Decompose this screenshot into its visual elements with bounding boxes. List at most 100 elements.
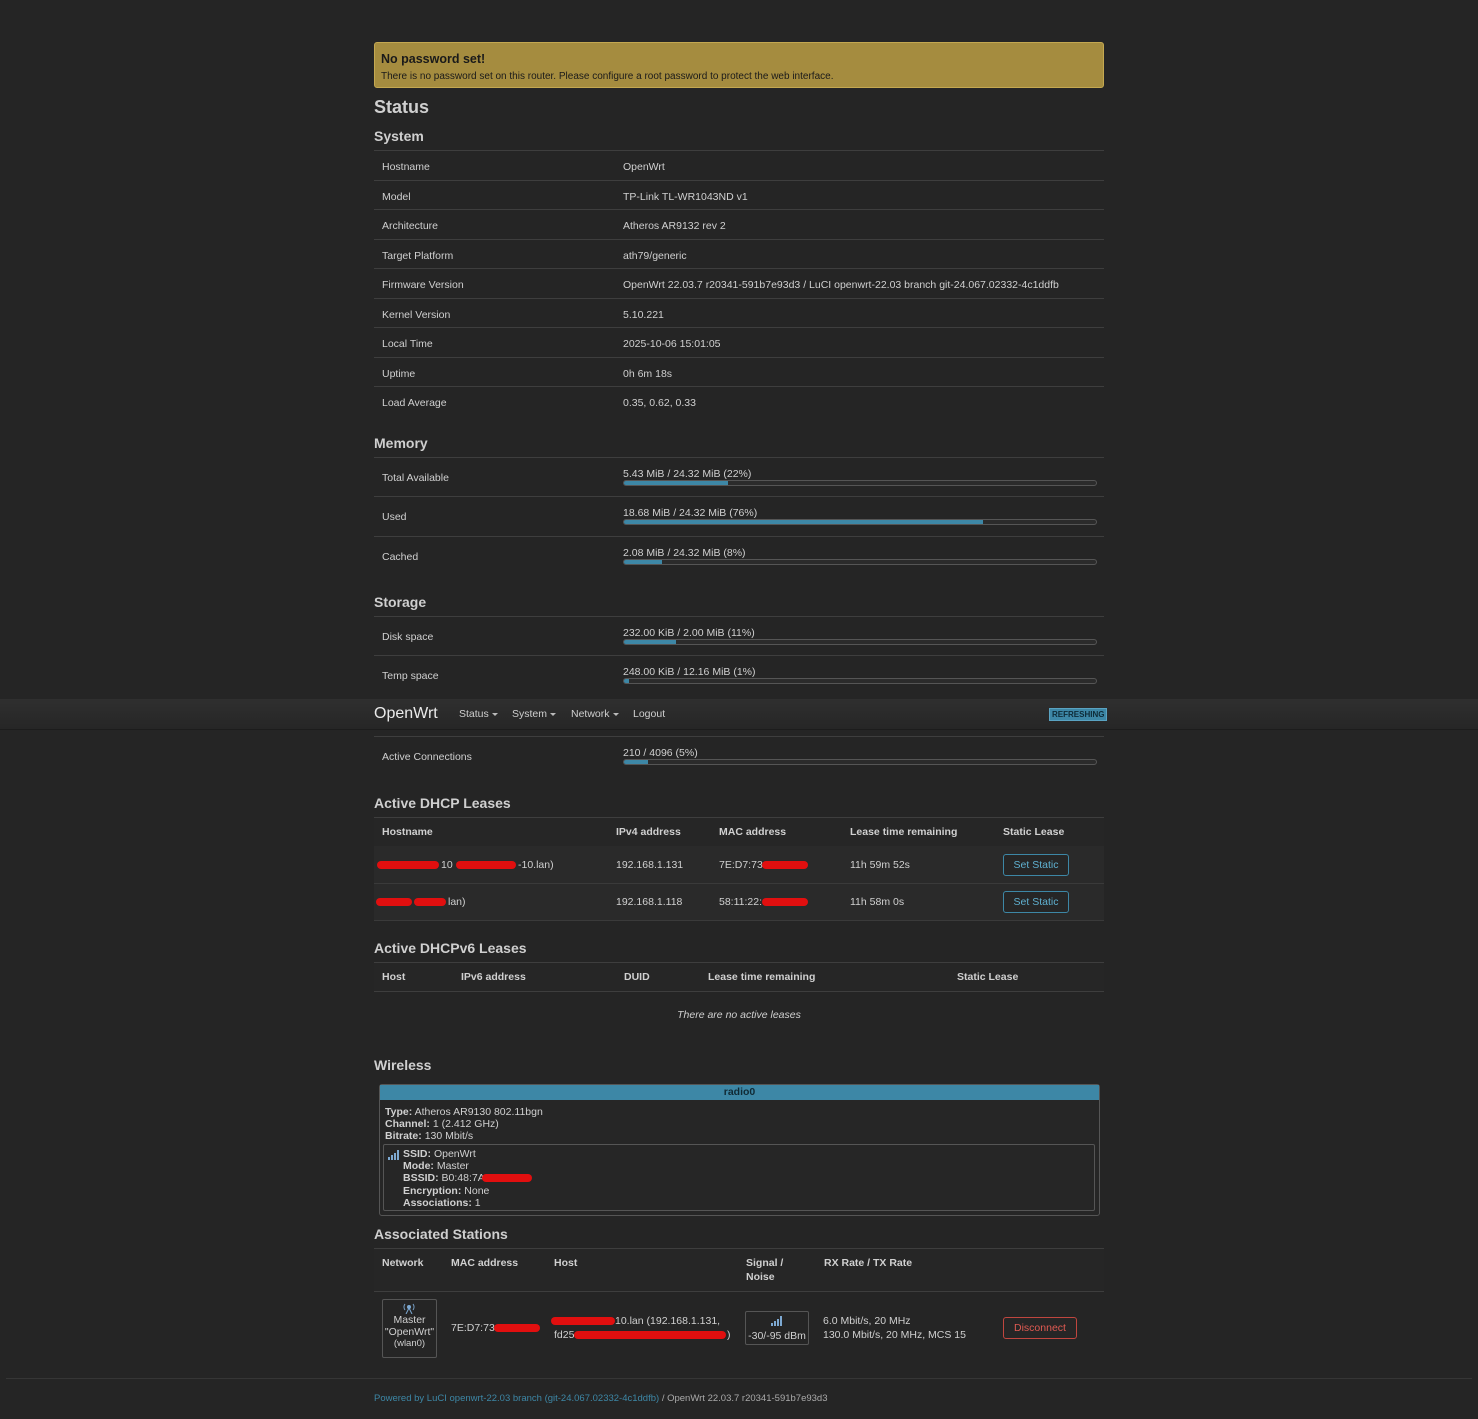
redaction-mark bbox=[482, 1174, 532, 1182]
connections-label: Active Connections bbox=[382, 751, 472, 763]
dhcp-lease: 11h 58m 0s bbox=[850, 896, 905, 908]
nav-status[interactable]: Status bbox=[459, 708, 498, 720]
system-row: Firmware Version OpenWrt 22.03.7 r20341-5… bbox=[374, 268, 1104, 298]
storage-progress-fill bbox=[624, 640, 676, 644]
access-point-icon bbox=[383, 1303, 436, 1314]
bssid: B0:48:7A bbox=[441, 1172, 485, 1184]
no-password-alert: No password set! There is no password se… bbox=[374, 42, 1104, 88]
system-row: Architecture Atheros AR9132 rev 2 bbox=[374, 209, 1104, 239]
dhcp-hostname-part: 10 bbox=[441, 859, 453, 871]
radio-bitrate: 130 Mbit/s bbox=[424, 1130, 474, 1142]
disconnect-button[interactable]: Disconnect bbox=[1003, 1317, 1077, 1339]
system-row: Uptime 0h 6m 18s bbox=[374, 356, 1104, 387]
dhcp-hostname-part: lan) bbox=[448, 896, 466, 908]
alert-title: No password set! bbox=[381, 52, 486, 66]
footer-divider bbox=[6, 1378, 1472, 1379]
memory-label: Total Available bbox=[382, 472, 449, 484]
dhcp-mac: 58:11:22: bbox=[719, 896, 763, 908]
encryption: None bbox=[464, 1185, 490, 1197]
dhcp6-table-header: Host IPv6 address DUID Lease time remain… bbox=[374, 962, 1104, 992]
system-label: Hostname bbox=[382, 161, 430, 173]
luci-link[interactable]: Powered by LuCI openwrt-22.03 branch (gi… bbox=[374, 1393, 659, 1404]
station-signal: -30/-95 dBm bbox=[748, 1330, 806, 1342]
system-label: Firmware Version bbox=[382, 279, 464, 291]
storage-value: 232.00 KiB / 2.00 MiB (11%) bbox=[623, 627, 755, 639]
storage-row: Disk space 232.00 KiB / 2.00 MiB (11%) bbox=[374, 616, 1104, 656]
encryption-label: Encryption: bbox=[403, 1185, 462, 1197]
system-label: Uptime bbox=[382, 367, 416, 380]
system-row: Local Time 2025-10-06 15:01:05 bbox=[374, 327, 1104, 357]
memory-row: Used 18.68 MiB / 24.32 MiB (76%) bbox=[374, 496, 1104, 536]
redaction-mark bbox=[494, 1324, 540, 1332]
station-host-line2-end: ) bbox=[727, 1329, 731, 1341]
chevron-down-icon bbox=[491, 712, 498, 716]
storage-label: Temp space bbox=[382, 670, 439, 682]
memory-section-title: Memory bbox=[374, 435, 428, 451]
memory-progress bbox=[623, 558, 1097, 565]
signal-strength-icon bbox=[771, 1316, 783, 1326]
wireless-section-title: Wireless bbox=[374, 1057, 432, 1073]
redaction-mark bbox=[551, 1317, 615, 1325]
storage-progress bbox=[623, 678, 1097, 684]
memory-progress-fill bbox=[624, 481, 728, 485]
system-row: Hostname OpenWrt bbox=[374, 150, 1104, 180]
dhcp6-col-ipv6: IPv6 address bbox=[461, 971, 526, 983]
dhcp-mac: 7E:D7:73 bbox=[719, 859, 763, 871]
system-value: 0.35, 0.62, 0.33 bbox=[623, 397, 696, 409]
master-network-badge: Master "OpenWrt" (wlan0) bbox=[382, 1299, 437, 1358]
system-row: Model TP-Link TL-WR1043ND v1 bbox=[374, 179, 1104, 210]
stations-col-mac: MAC address bbox=[451, 1257, 519, 1269]
system-row: Kernel Version 5.10.221 bbox=[374, 297, 1104, 328]
stations-table-header: Network MAC address Host Signal / Noise … bbox=[374, 1248, 1104, 1292]
dhcp-col-lease: Lease time remaining bbox=[850, 826, 958, 838]
connections-progress-fill bbox=[624, 760, 648, 764]
ssid-label: SSID: bbox=[403, 1148, 432, 1160]
redaction-mark bbox=[414, 898, 446, 906]
brand-logo[interactable]: OpenWrt bbox=[374, 705, 438, 723]
storage-progress-fill bbox=[624, 679, 629, 683]
refreshing-badge[interactable]: REFRESHING bbox=[1049, 708, 1108, 721]
radio-type-label: Type: bbox=[385, 1106, 413, 1118]
system-row: Target Platform ath79/generic bbox=[374, 238, 1104, 269]
memory-progress-fill bbox=[624, 520, 983, 525]
set-static-button[interactable]: Set Static bbox=[1003, 891, 1069, 913]
radio-bitrate-line: Bitrate: 130 Mbit/s bbox=[385, 1130, 473, 1142]
system-label: Model bbox=[382, 190, 411, 203]
memory-value: 5.43 MiB / 24.32 MiB (22%) bbox=[623, 468, 752, 480]
signal-strength-icon bbox=[388, 1150, 400, 1160]
nav-logout[interactable]: Logout bbox=[633, 708, 665, 720]
system-value: 0h 6m 18s bbox=[623, 367, 673, 380]
memory-progress bbox=[623, 519, 1097, 526]
network-card: SSID: OpenWrt Mode: Master BSSID: B0:48:… bbox=[383, 1144, 1095, 1211]
associations-line: Associations: 1 bbox=[403, 1197, 481, 1209]
station-signal-box: -30/-95 dBm bbox=[745, 1311, 809, 1345]
storage-value: 248.00 KiB / 12.16 MiB (1%) bbox=[623, 666, 756, 678]
station-tx-rate: 130.0 Mbit/s, 20 MHz, MCS 15 bbox=[823, 1329, 966, 1341]
dhcp-ipv4: 192.168.1.131 bbox=[616, 859, 684, 871]
mode-line: Mode: Master bbox=[403, 1160, 469, 1172]
dhcp-col-ipv4: IPv4 address bbox=[616, 826, 681, 838]
encryption-line: Encryption: None bbox=[403, 1185, 489, 1197]
alert-text: There is no password set on this router.… bbox=[381, 71, 834, 82]
storage-label: Disk space bbox=[382, 631, 434, 643]
radio-channel-label: Channel: bbox=[385, 1118, 430, 1130]
system-section-title: System bbox=[374, 128, 424, 144]
station-rx-rate: 6.0 Mbit/s, 20 MHz bbox=[823, 1315, 911, 1327]
system-row: Load Average 0.35, 0.62, 0.33 bbox=[374, 386, 1104, 416]
page-title: Status bbox=[374, 97, 430, 117]
nav-network[interactable]: Network bbox=[571, 708, 619, 720]
chevron-down-icon bbox=[550, 712, 557, 716]
system-value: 5.10.221 bbox=[623, 308, 664, 321]
redaction-mark bbox=[376, 898, 412, 906]
ssid-line: SSID: OpenWrt bbox=[403, 1148, 476, 1160]
set-static-button[interactable]: Set Static bbox=[1003, 854, 1069, 876]
connections-row: Active Connections 210 / 4096 (5%) bbox=[374, 736, 1104, 777]
memory-label: Cached bbox=[382, 550, 419, 563]
radio-name: radio0 bbox=[380, 1085, 1099, 1100]
ssid: OpenWrt bbox=[433, 1148, 476, 1160]
memory-value: 18.68 MiB / 24.32 MiB (76%) bbox=[623, 507, 758, 520]
redaction-mark bbox=[456, 861, 516, 869]
connections-value: 210 / 4096 (5%) bbox=[623, 747, 698, 759]
stations-col-rate: RX Rate / TX Rate bbox=[824, 1257, 913, 1269]
nav-system[interactable]: System bbox=[512, 708, 557, 720]
